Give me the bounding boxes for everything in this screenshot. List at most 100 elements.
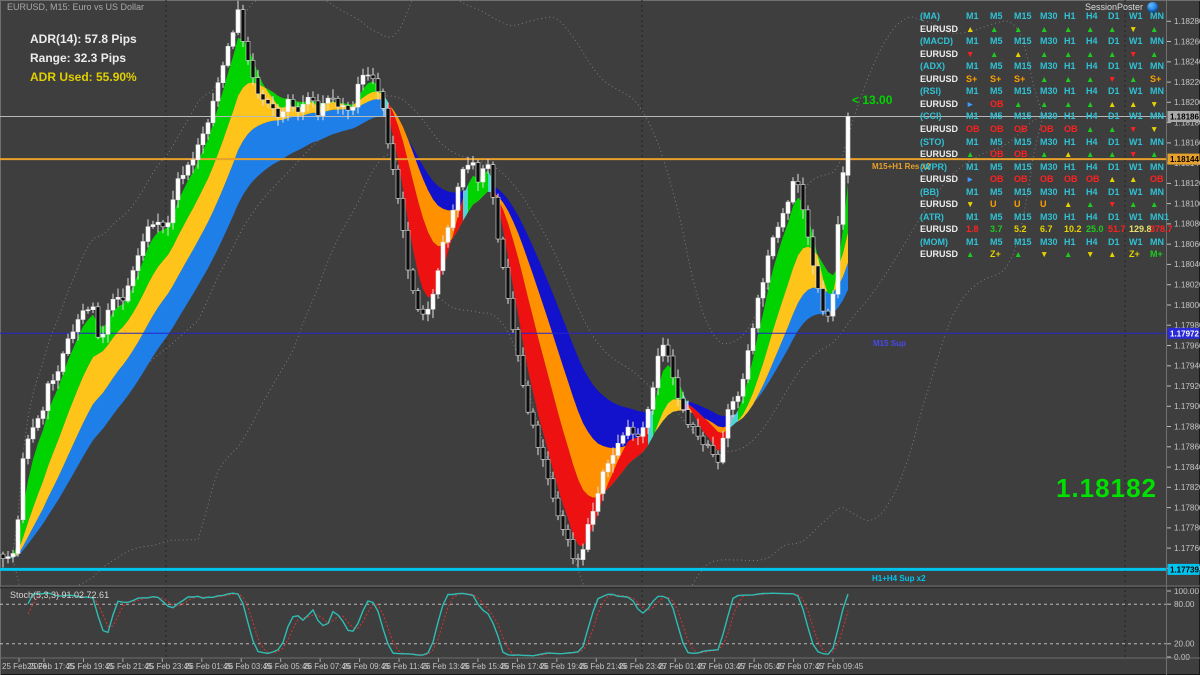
timeframe-label: MN bbox=[1150, 186, 1164, 197]
stoch-main-line bbox=[27, 592, 849, 657]
svg-text:1.17860: 1.17860 bbox=[1174, 443, 1200, 452]
timeframe-label: D1 bbox=[1108, 111, 1120, 122]
signal-dn-arrow-icon: ▼ bbox=[1108, 199, 1117, 210]
candle bbox=[495, 193, 501, 243]
signal-up-arrow-icon: ▲ bbox=[1064, 199, 1073, 210]
candle bbox=[505, 258, 511, 304]
indicator-name: (BB) bbox=[920, 186, 939, 197]
timeframe-label: M30 bbox=[1040, 111, 1058, 122]
timeframe-label: H4 bbox=[1086, 86, 1098, 97]
signal-up-arrow-icon: ▲ bbox=[1108, 174, 1117, 185]
timeframe-label: M1 bbox=[966, 211, 979, 222]
signal-dn-arrow-icon: ▼ bbox=[1108, 73, 1117, 84]
timeframe-label: M1 bbox=[966, 11, 979, 21]
timeframe-label: M1 bbox=[966, 236, 979, 247]
signal-rt-arrow-icon: ► bbox=[966, 98, 975, 109]
timeframe-label: D1 bbox=[1108, 61, 1120, 72]
signal-up-arrow-icon: ▲ bbox=[1108, 98, 1117, 109]
svg-text:1.18060: 1.18060 bbox=[1174, 240, 1200, 249]
candle bbox=[690, 422, 696, 434]
candle bbox=[85, 306, 91, 314]
candle bbox=[5, 551, 11, 564]
signal-up-arrow-icon: ▲ bbox=[1064, 73, 1073, 84]
candle bbox=[510, 291, 516, 333]
candle bbox=[215, 77, 221, 107]
timeframe-label: W1 bbox=[1129, 161, 1143, 172]
timeframe-label: M5 bbox=[990, 236, 1003, 247]
signal-text: OB bbox=[1086, 174, 1100, 185]
signal-text: 25.0 bbox=[1086, 224, 1104, 235]
candle bbox=[35, 415, 41, 431]
indicator-name: (MOM) bbox=[920, 236, 948, 247]
time-axis[interactable]: 25 Feb 202625 Feb 17:4525 Feb 19:4525 Fe… bbox=[2, 658, 864, 671]
svg-text:20.00: 20.00 bbox=[1174, 640, 1195, 649]
timeframe-label: M30 bbox=[1040, 186, 1058, 197]
candle bbox=[20, 452, 26, 524]
dashboard-header-cci: (CCI) M1 M5 M15 M30 H1 H4 D1 W1 MN bbox=[912, 111, 1168, 123]
candle bbox=[575, 553, 581, 568]
m15-support-line-label[interactable]: M15 Sup bbox=[873, 339, 906, 348]
dashboard-values-rsi: EURUSD ► OB ▲ ▲ ▲ ▲ ▲ ▲ ▼ bbox=[912, 99, 1168, 111]
candle bbox=[525, 380, 531, 415]
svg-text:1.18280: 1.18280 bbox=[1174, 17, 1200, 26]
timeframe-label: MN bbox=[1150, 86, 1164, 97]
candle bbox=[655, 348, 661, 395]
indicator-name: (CCI) bbox=[920, 111, 942, 122]
dashboard-header-rsi: (RSI) M1 M5 M15 M30 H1 H4 D1 W1 MN bbox=[912, 86, 1168, 98]
timeframe-label: H1 bbox=[1064, 11, 1076, 21]
timeframe-label: D1 bbox=[1108, 236, 1120, 247]
svg-text:1.18100: 1.18100 bbox=[1174, 199, 1200, 208]
signal-up-arrow-icon: ▲ bbox=[1129, 174, 1138, 185]
mt4-chart-window[interactable]: { "window": { "title": "EURUSD, M15: Eur… bbox=[0, 0, 1200, 675]
candle bbox=[845, 112, 851, 184]
candle bbox=[580, 543, 586, 566]
timeframe-label: M30 bbox=[1040, 11, 1058, 21]
candle bbox=[530, 408, 536, 429]
timeframe-label: W1 bbox=[1129, 236, 1143, 247]
candle bbox=[210, 93, 216, 127]
candle bbox=[65, 333, 71, 356]
candle bbox=[395, 165, 401, 204]
signal-up-arrow-icon: ▲ bbox=[1129, 98, 1138, 109]
timeframe-label: M15 bbox=[1014, 36, 1032, 47]
timeframe-label: D1 bbox=[1108, 11, 1120, 21]
price-marker-m15-sup: 1.17972 bbox=[1167, 327, 1200, 339]
candle bbox=[425, 301, 431, 322]
candle bbox=[240, 4, 246, 47]
stoch-panel-layer bbox=[0, 592, 1166, 657]
indicator-name: (RSI) bbox=[920, 86, 941, 97]
timeframe-label: M30 bbox=[1040, 86, 1058, 97]
timeframe-label: M5 bbox=[990, 111, 1003, 122]
symbol-label: EURUSD bbox=[920, 224, 959, 235]
signal-text: OB bbox=[1064, 123, 1078, 134]
timeframe-label: H4 bbox=[1086, 186, 1098, 197]
timeframe-label: M5 bbox=[990, 36, 1003, 47]
h1h4-support-line-label[interactable]: H1+H4 Sup x2 bbox=[872, 574, 926, 583]
signal-up-arrow-icon: ▲ bbox=[1014, 98, 1023, 109]
candle bbox=[560, 510, 566, 536]
timeframe-label: H4 bbox=[1086, 236, 1098, 247]
signal-text: S+ bbox=[966, 73, 978, 84]
signal-dn-arrow-icon: ▼ bbox=[1150, 98, 1159, 109]
timeframe-label: M15 bbox=[1014, 86, 1032, 97]
signal-up-arrow-icon: ▲ bbox=[1150, 199, 1159, 210]
price-marker-current-price: 1.18186 bbox=[1167, 111, 1200, 122]
signal-up-arrow-icon: ▲ bbox=[1040, 73, 1049, 84]
timeframe-label: M5 bbox=[990, 161, 1003, 172]
price-axis[interactable]: 1.18280 1.18260 1.18240 1.18220 1.18200 1.181… bbox=[1167, 17, 1200, 662]
timeframe-label: H1 bbox=[1064, 86, 1076, 97]
signal-dn-arrow-icon: ▼ bbox=[1129, 149, 1138, 160]
candle bbox=[25, 434, 31, 465]
timeframe-label: M15 bbox=[1014, 111, 1032, 122]
timeframe-label: M30 bbox=[1040, 61, 1058, 72]
candle bbox=[715, 450, 721, 470]
candle bbox=[405, 221, 411, 279]
signal-up-arrow-icon: ▲ bbox=[1086, 23, 1095, 34]
symbol-label: EURUSD bbox=[920, 199, 959, 210]
signal-text: S+ bbox=[1014, 73, 1026, 84]
svg-text:80.00: 80.00 bbox=[1174, 600, 1195, 609]
candle bbox=[835, 216, 841, 299]
adr-range: Range: 32.3 Pips bbox=[30, 50, 127, 65]
timeframe-label: H1 bbox=[1064, 36, 1076, 47]
distance-to-level-label: < 13.00 bbox=[852, 93, 893, 107]
